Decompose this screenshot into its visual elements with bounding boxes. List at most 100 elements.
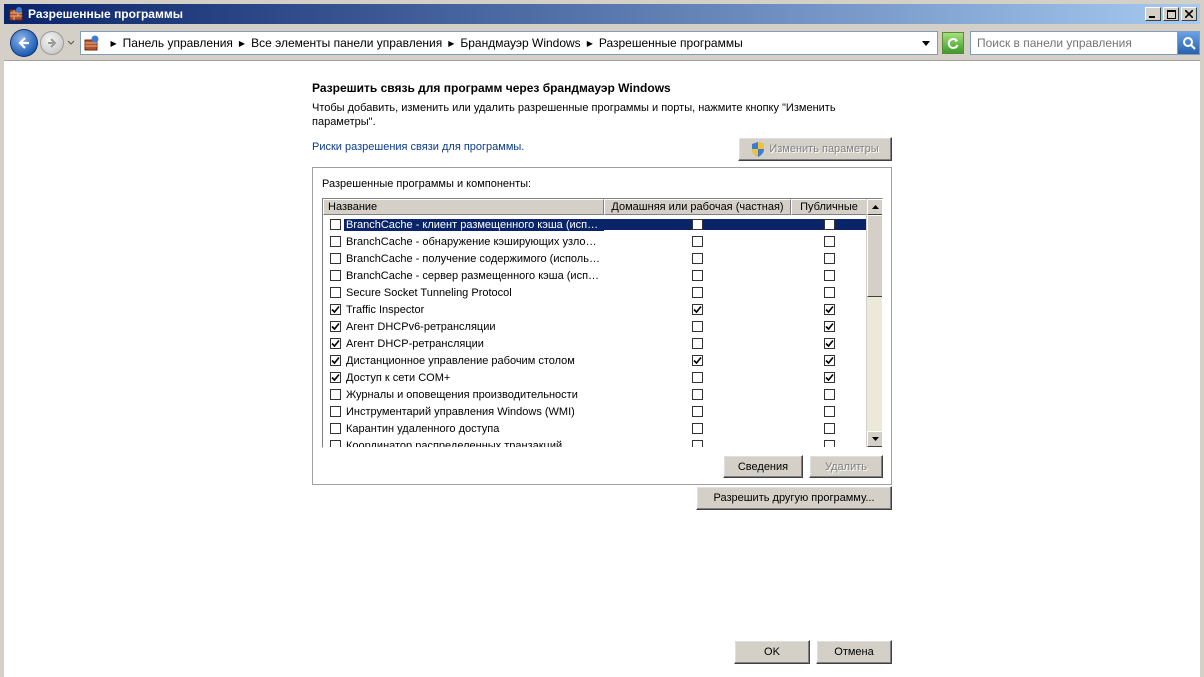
column-header-home[interactable]: Домашняя или рабочая (частная) [604,199,791,215]
program-enabled-checkbox[interactable] [330,287,341,298]
public-network-checkbox[interactable] [823,236,835,247]
program-name: Агент DHCP-ретрансляции [346,337,484,350]
checkmark-icon [331,305,340,314]
search-button[interactable] [1177,32,1199,54]
public-network-checkbox[interactable] [823,270,835,281]
public-network-cell [791,355,867,366]
program-name-cell: Карантин удаленного доступа [323,423,604,435]
allow-another-program-button[interactable]: Разрешить другую программу... [696,486,892,510]
maximize-button[interactable] [1163,7,1179,21]
program-enabled-checkbox[interactable] [330,236,341,247]
public-network-checkbox[interactable] [823,219,835,230]
public-network-checkbox[interactable] [823,253,835,264]
program-enabled-checkbox[interactable] [330,372,341,383]
program-enabled-checkbox[interactable] [330,321,341,332]
back-button[interactable] [10,29,38,57]
table-row[interactable]: Доступ к сети COM+ [323,369,867,386]
breadcrumb-all-items[interactable]: Все элементы панели управления ▶ [251,36,460,50]
public-network-checkbox[interactable] [823,372,835,383]
program-enabled-checkbox[interactable] [330,270,341,281]
table-row[interactable]: Дистанционное управление рабочим столом [323,352,867,369]
program-enabled-checkbox[interactable] [330,304,341,315]
table-row[interactable]: BranchCache - получение содержимого (исп… [323,250,867,267]
program-name-cell: BranchCache - сервер размещенного кэша (… [323,270,604,282]
public-network-checkbox[interactable] [823,423,835,434]
risks-link[interactable]: Риски разрешения связи для программы. [312,141,524,153]
public-network-checkbox[interactable] [823,389,835,400]
table-row[interactable]: Журналы и оповещения производительности [323,386,867,403]
forward-button[interactable] [39,31,64,55]
checkmark-icon [331,339,340,348]
programs-list[interactable]: Название Домашняя или рабочая (частная) … [322,198,883,448]
table-row[interactable]: Secure Socket Tunneling Protocol [323,284,867,301]
program-enabled-checkbox[interactable] [330,253,341,264]
home-network-checkbox[interactable] [692,270,703,281]
refresh-button[interactable] [942,32,964,54]
list-rows: BranchCache - клиент размещенного кэша (… [323,216,867,447]
home-network-cell [604,304,791,315]
public-network-checkbox[interactable] [823,287,835,298]
table-row[interactable]: BranchCache - сервер размещенного кэша (… [323,267,867,284]
table-row[interactable]: Карантин удаленного доступа [323,420,867,437]
table-row[interactable]: Агент DHCP-ретрансляции [323,335,867,352]
table-row[interactable]: BranchCache - обнаружение кэширующих узл… [323,233,867,250]
public-network-checkbox[interactable] [823,338,835,349]
home-network-checkbox[interactable] [692,236,703,247]
table-row[interactable]: Агент DHCPv6-ретрансляции [323,318,867,335]
home-network-checkbox[interactable] [692,355,703,366]
change-settings-button[interactable]: Изменить параметры [738,137,892,161]
public-network-checkbox[interactable] [823,304,835,315]
public-network-checkbox[interactable] [823,406,835,417]
table-row[interactable]: Инструментарий управления Windows (WMI) [323,403,867,420]
program-enabled-checkbox[interactable] [330,389,341,400]
program-enabled-checkbox[interactable] [330,219,341,230]
chevron-down-icon [922,40,931,46]
minimize-button[interactable] [1145,7,1161,21]
program-enabled-checkbox[interactable] [330,440,341,447]
scroll-down-button[interactable] [867,431,882,447]
home-network-checkbox[interactable] [692,304,703,315]
vertical-scrollbar[interactable] [866,199,882,447]
column-header-name[interactable]: Название [323,199,604,215]
address-dropdown[interactable] [919,40,933,46]
close-button[interactable] [1181,7,1197,21]
column-header-public[interactable]: Публичные [791,199,867,215]
scroll-up-button[interactable] [867,199,882,215]
checkmark-icon [331,356,340,365]
program-enabled-checkbox[interactable] [330,406,341,417]
details-button[interactable]: Сведения [723,455,803,478]
home-network-checkbox[interactable] [692,287,703,298]
home-network-checkbox[interactable] [692,321,703,332]
home-network-checkbox[interactable] [692,372,703,383]
home-network-checkbox[interactable] [692,423,703,434]
table-row[interactable]: Traffic Inspector [323,301,867,318]
public-network-cell [791,423,867,434]
program-enabled-checkbox[interactable] [330,355,341,366]
breadcrumb-allowed-programs[interactable]: Разрешенные программы [599,36,743,50]
breadcrumb-separator-root[interactable]: ▶ [105,39,123,48]
home-network-checkbox[interactable] [692,338,703,349]
public-network-checkbox[interactable] [823,321,835,332]
list-header: Название Домашняя или рабочая (частная) … [323,199,867,215]
program-enabled-checkbox[interactable] [330,338,341,349]
history-dropdown[interactable] [66,33,76,53]
public-network-checkbox[interactable] [823,440,835,447]
home-network-checkbox[interactable] [692,406,703,417]
home-network-checkbox[interactable] [692,219,703,230]
search-input[interactable] [970,33,1177,53]
breadcrumb-control-panel[interactable]: Панель управления ▶ [123,36,251,50]
cancel-button[interactable]: Отмена [816,640,892,664]
scroll-thumb[interactable] [867,215,882,297]
delete-button[interactable]: Удалить [809,455,883,478]
public-network-cell [791,440,867,447]
home-network-checkbox[interactable] [692,253,703,264]
breadcrumb-firewall[interactable]: Брандмауэр Windows ▶ [460,36,598,50]
public-network-checkbox[interactable] [823,355,835,366]
ok-button[interactable]: OK [734,640,810,664]
home-network-checkbox[interactable] [692,440,703,447]
title-bar[interactable]: Разрешенные программы [4,4,1200,24]
program-enabled-checkbox[interactable] [330,423,341,434]
table-row[interactable]: BranchCache - клиент размещенного кэша (… [323,216,867,233]
table-row[interactable]: Координатор распределенных транзакций [323,437,867,447]
home-network-checkbox[interactable] [692,389,703,400]
